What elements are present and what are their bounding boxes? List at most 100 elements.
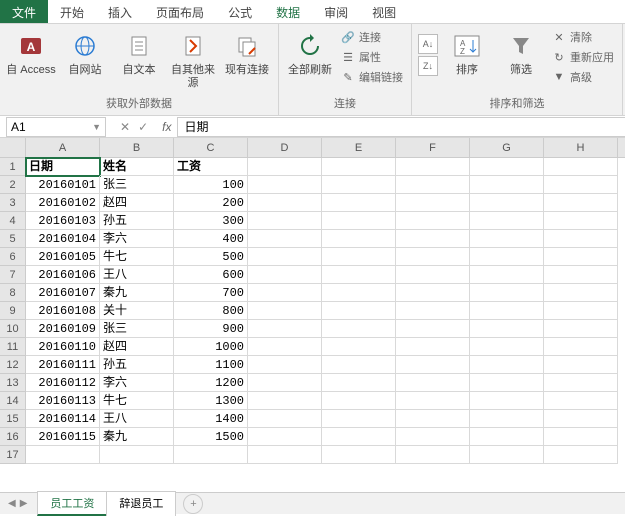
cell[interactable]: 工资 [174,158,248,176]
cell[interactable] [396,428,470,446]
cell[interactable] [248,176,322,194]
cell[interactable]: 700 [174,284,248,302]
cell[interactable] [248,284,322,302]
row-header-10[interactable]: 10 [0,320,25,338]
cell[interactable] [544,266,618,284]
cell[interactable] [544,338,618,356]
fx-icon[interactable]: fx [156,120,177,134]
cell[interactable] [248,158,322,176]
cell[interactable] [322,410,396,428]
existing-conn-button[interactable]: 现有连接 [222,28,272,77]
cell[interactable] [470,212,544,230]
row-header-6[interactable]: 6 [0,248,25,266]
cell[interactable] [544,392,618,410]
cell[interactable] [396,392,470,410]
edit-links-button[interactable]: ✎编辑链接 [339,68,405,86]
cell[interactable] [396,302,470,320]
cell[interactable] [396,230,470,248]
from-text-button[interactable]: 自文本 [114,28,164,77]
cell[interactable]: 500 [174,248,248,266]
cell[interactable]: 孙五 [100,212,174,230]
cell[interactable] [544,194,618,212]
col-header-F[interactable]: F [396,138,470,157]
add-sheet-button[interactable]: + [183,494,203,514]
tab-插入[interactable]: 插入 [96,0,144,23]
cell[interactable] [322,338,396,356]
cancel-formula-icon[interactable]: ✕ [120,120,130,134]
from-web-button[interactable]: 自网站 [60,28,110,77]
tab-审阅[interactable]: 审阅 [312,0,360,23]
formula-input[interactable]: 日期 [177,117,625,137]
cell[interactable] [544,302,618,320]
properties-button[interactable]: ☰属性 [339,48,405,66]
cell[interactable] [322,428,396,446]
cell[interactable]: 20160108 [26,302,100,320]
cell[interactable]: 关十 [100,302,174,320]
cell[interactable] [396,158,470,176]
row-header-9[interactable]: 9 [0,302,25,320]
cell[interactable] [322,356,396,374]
cell[interactable] [544,320,618,338]
cell[interactable] [248,248,322,266]
cell[interactable]: 王八 [100,266,174,284]
cell[interactable]: 牛七 [100,392,174,410]
cell[interactable] [396,374,470,392]
reapply-button[interactable]: ↻重新应用 [550,48,616,66]
cell[interactable] [248,320,322,338]
cell[interactable] [470,230,544,248]
cell[interactable] [174,446,248,464]
cell[interactable] [396,212,470,230]
cell[interactable] [470,176,544,194]
name-box[interactable]: A1▼ [6,117,106,137]
cell[interactable]: 20160112 [26,374,100,392]
sheet-nav-prev-icon[interactable]: ◀ [8,498,16,509]
cell[interactable]: 赵四 [100,338,174,356]
cell[interactable] [470,284,544,302]
cell[interactable] [248,194,322,212]
clear-filter-button[interactable]: ✕清除 [550,28,616,46]
row-header-2[interactable]: 2 [0,176,25,194]
cell[interactable]: 20160101 [26,176,100,194]
cell[interactable] [248,446,322,464]
cell[interactable]: 1400 [174,410,248,428]
cell[interactable] [248,230,322,248]
cell[interactable]: 200 [174,194,248,212]
cell[interactable] [322,176,396,194]
cell[interactable] [322,284,396,302]
cell[interactable] [396,248,470,266]
col-header-A[interactable]: A [26,138,100,157]
row-header-15[interactable]: 15 [0,410,25,428]
from-access-button[interactable]: A 自 Access [6,28,56,77]
row-header-3[interactable]: 3 [0,194,25,212]
col-header-B[interactable]: B [100,138,174,157]
connections-button[interactable]: 🔗连接 [339,28,405,46]
cell[interactable] [544,284,618,302]
cell[interactable]: 孙五 [100,356,174,374]
cell[interactable] [544,356,618,374]
cell[interactable] [248,302,322,320]
cell[interactable] [470,302,544,320]
row-header-7[interactable]: 7 [0,266,25,284]
cell[interactable]: 日期 [26,158,100,176]
cell[interactable] [396,410,470,428]
cell[interactable]: 1100 [174,356,248,374]
cell[interactable] [470,410,544,428]
refresh-all-button[interactable]: 全部刷新 [285,28,335,77]
cell[interactable] [322,194,396,212]
cell[interactable] [322,302,396,320]
cell[interactable]: 800 [174,302,248,320]
row-header-1[interactable]: 1 [0,158,25,176]
cell[interactable] [248,410,322,428]
cell[interactable] [396,446,470,464]
cell[interactable] [470,446,544,464]
accept-formula-icon[interactable]: ✓ [138,120,148,134]
col-header-E[interactable]: E [322,138,396,157]
cell[interactable] [396,194,470,212]
cell[interactable]: 20160107 [26,284,100,302]
cell[interactable] [544,446,618,464]
cell[interactable]: 张三 [100,176,174,194]
cell[interactable]: 牛七 [100,248,174,266]
row-header-17[interactable]: 17 [0,446,25,464]
cell[interactable]: 秦九 [100,428,174,446]
tab-开始[interactable]: 开始 [48,0,96,23]
